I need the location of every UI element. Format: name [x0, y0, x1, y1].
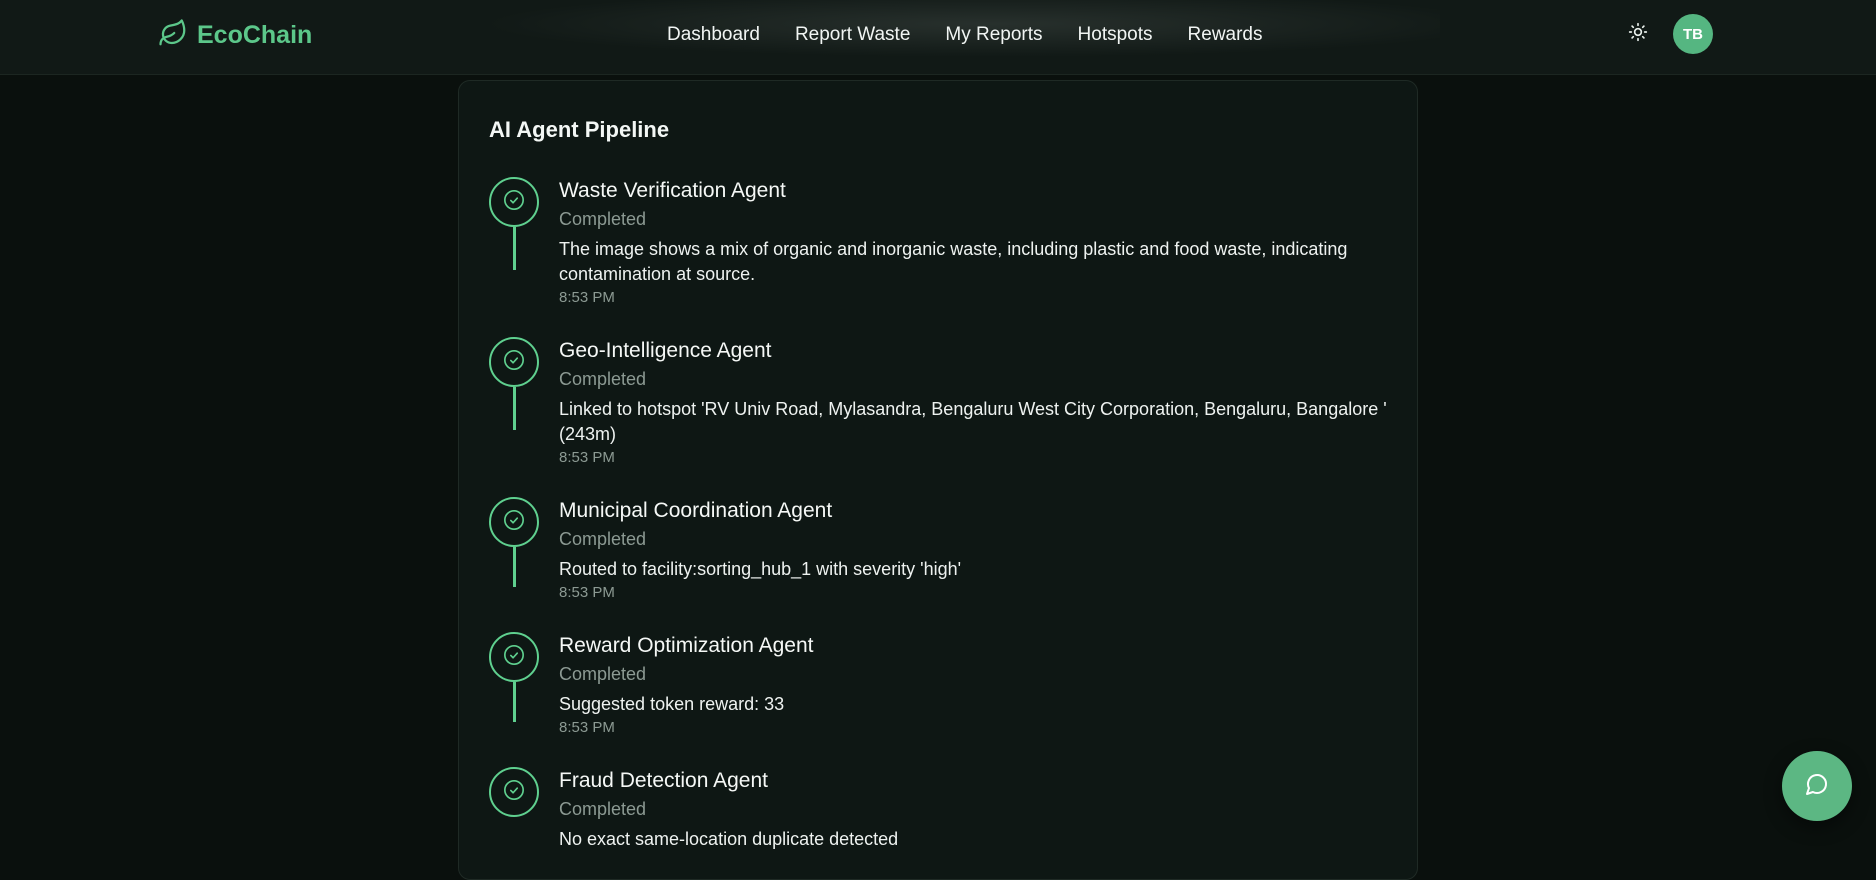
nav-link-my-reports[interactable]: My Reports [945, 22, 1042, 48]
chat-bubble-icon [1805, 772, 1829, 801]
step-connector [513, 387, 516, 430]
step-status-icon [489, 337, 539, 387]
check-circle-icon [503, 189, 525, 216]
step-connector [513, 547, 516, 587]
step-description: Linked to hotspot 'RV Univ Road, Mylasan… [559, 399, 1387, 444]
step-time: 8:53 PM [559, 584, 615, 601]
sun-icon [1628, 22, 1648, 47]
step-time: 8:53 PM [559, 289, 615, 306]
step-name: Municipal Coordination Agent [559, 499, 833, 522]
pipeline-card: AI Agent Pipeline Waste Verification Age… [458, 80, 1418, 880]
check-circle-icon [503, 644, 525, 671]
step-status-icon [489, 177, 539, 227]
step-name: Geo-Intelligence Agent [559, 339, 772, 362]
step-status-icon [489, 497, 539, 547]
step-status: Completed [559, 369, 647, 389]
nav-link-hotspots[interactable]: Hotspots [1078, 22, 1153, 48]
top-navbar: EcoChain Dashboard Report Waste My Repor… [0, 0, 1876, 75]
step-status: Completed [559, 529, 647, 549]
step-name: Fraud Detection Agent [559, 769, 768, 792]
brand-name: EcoChain [197, 20, 313, 49]
step-status: Completed [559, 209, 647, 229]
step-connector [513, 227, 516, 270]
pipeline-title: AI Agent Pipeline [489, 117, 670, 142]
nav-link-rewards[interactable]: Rewards [1188, 22, 1263, 48]
chat-button[interactable] [1782, 751, 1852, 821]
step-description: Suggested token reward: 33 [559, 694, 785, 714]
step-time: 8:53 PM [559, 449, 615, 466]
brand-logo[interactable]: EcoChain [158, 18, 312, 52]
check-circle-icon [503, 509, 525, 536]
check-circle-icon [503, 779, 525, 806]
step-status: Completed [559, 799, 647, 819]
step-status-icon [489, 632, 539, 682]
theme-toggle-button[interactable] [1624, 20, 1652, 48]
user-avatar[interactable]: TB [1673, 14, 1713, 54]
main-nav: Dashboard Report Waste My Reports Hotspo… [667, 22, 1298, 48]
step-name: Waste Verification Agent [559, 179, 786, 202]
nav-link-report-waste[interactable]: Report Waste [795, 22, 910, 48]
step-description: Routed to facility:sorting_hub_1 with se… [559, 559, 962, 579]
nav-link-dashboard[interactable]: Dashboard [667, 22, 760, 48]
step-status-icon [489, 767, 539, 817]
step-status: Completed [559, 664, 647, 684]
step-description: No exact same-location duplicate detecte… [559, 829, 899, 849]
check-circle-icon [503, 349, 525, 376]
step-time: 8:53 PM [559, 719, 615, 736]
leaf-icon [158, 18, 188, 53]
step-description: The image shows a mix of organic and ino… [559, 239, 1348, 284]
step-connector [513, 682, 516, 722]
step-name: Reward Optimization Agent [559, 634, 814, 657]
